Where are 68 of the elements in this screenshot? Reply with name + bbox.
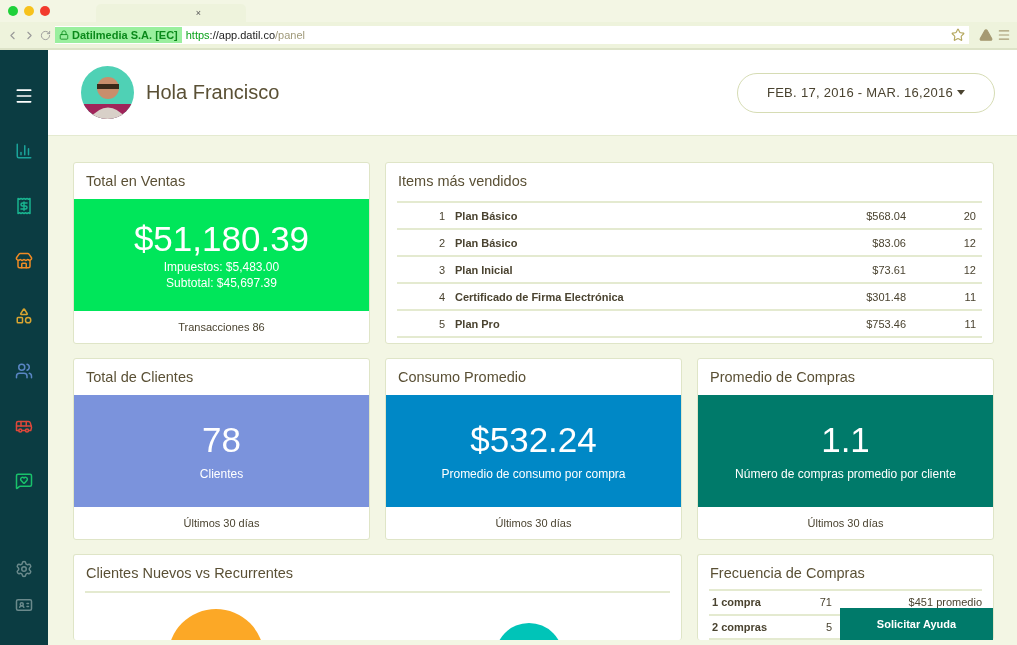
card-footer: Últimos 30 días	[386, 507, 681, 539]
item-name: Plan Básico	[455, 209, 519, 222]
sales-detail: Impuestos: $5,483.00	[163, 259, 280, 275]
menu-icon[interactable]	[14, 86, 34, 106]
card-footer: Últimos 30 días	[698, 507, 993, 539]
item-amount: $73.61	[871, 263, 907, 276]
card-footer: Transacciones 86	[74, 311, 369, 343]
frequency-label: 2 compras	[712, 620, 769, 633]
url-text: https://app.datil.co/panel	[185, 29, 307, 41]
caret-icon	[957, 90, 966, 95]
card-title: Promedio de Compras	[709, 368, 857, 387]
stat-value: 78	[202, 420, 241, 460]
rank: 1	[437, 209, 446, 222]
item-name: Plan Básico	[455, 236, 519, 249]
card-title: Frecuencia de Compras	[709, 564, 866, 583]
frequency-label: 1 compra	[712, 596, 762, 609]
stat-label: Promedio de consumo por compra	[441, 466, 626, 482]
card-title: Clientes Nuevos vs Recurrentes	[85, 564, 295, 583]
store-icon[interactable]	[15, 252, 33, 270]
item-count: 12	[962, 236, 977, 249]
triangle-icon[interactable]	[979, 28, 993, 42]
greeting: Hola Francisco	[146, 81, 281, 104]
sales-detail: Subtotal: $45,697.39	[166, 275, 277, 291]
frequency-average: $451 promedio	[907, 596, 982, 609]
item-name: Plan Pro	[455, 317, 501, 330]
item-count: 12	[962, 263, 977, 276]
address-bar[interactable]: Datilmedia S.A. [EC] https://app.datil.co/panel	[55, 26, 969, 44]
rank: 4	[437, 290, 446, 303]
reload-icon[interactable]	[40, 29, 51, 41]
secure-badge: Datilmedia S.A. [EC]	[55, 27, 182, 43]
item-amount: $753.46	[865, 317, 907, 330]
card-title: Total de Clientes	[85, 368, 195, 387]
card-title: Total en Ventas	[85, 172, 187, 191]
receipt-icon[interactable]	[15, 197, 33, 215]
browser-tab[interactable]: ×	[96, 4, 246, 22]
stat-value: $532.24	[470, 420, 597, 460]
item-count: 11	[963, 290, 977, 303]
help-button[interactable]: Solicitar Ayuda	[840, 608, 993, 640]
settings-icon[interactable]	[15, 560, 33, 578]
frequency-count: 71	[818, 596, 832, 609]
window-close-button[interactable]	[40, 6, 50, 16]
shapes-icon[interactable]	[15, 307, 33, 325]
item-count: 20	[962, 209, 977, 222]
stat-label: Clientes	[199, 466, 244, 482]
star-icon[interactable]	[951, 28, 965, 42]
item-count: 11	[963, 317, 977, 330]
chat-heart-icon[interactable]	[15, 472, 33, 490]
card-footer: Últimos 30 días	[74, 507, 369, 539]
id-card-icon[interactable]	[15, 596, 33, 614]
date-range-button[interactable]: FEB. 17, 2016 - MAR. 16,2016	[737, 72, 995, 113]
rank: 5	[437, 317, 446, 330]
rank: 2	[437, 236, 446, 249]
item-amount: $568.04	[865, 209, 907, 222]
frequency-count: 5	[824, 620, 832, 633]
stat-value: 1.1	[821, 420, 870, 460]
window-maximize-button[interactable]	[8, 6, 18, 16]
rank: 3	[437, 263, 446, 276]
bar-chart-icon[interactable]	[15, 142, 33, 160]
stat-label: Número de compras promedio por cliente	[735, 466, 956, 482]
item-name: Plan Inicial	[455, 263, 514, 276]
item-amount: $301.48	[865, 290, 907, 303]
card-title: Items más vendidos	[397, 172, 528, 191]
tab-close-button[interactable]: ×	[195, 8, 201, 18]
item-amount: $83.06	[871, 236, 907, 249]
sales-total: $51,180.39	[133, 219, 310, 259]
card-title: Consumo Promedio	[397, 368, 528, 387]
item-name: Certificado de Firma Electrónica	[455, 290, 625, 303]
users-icon[interactable]	[15, 362, 33, 380]
